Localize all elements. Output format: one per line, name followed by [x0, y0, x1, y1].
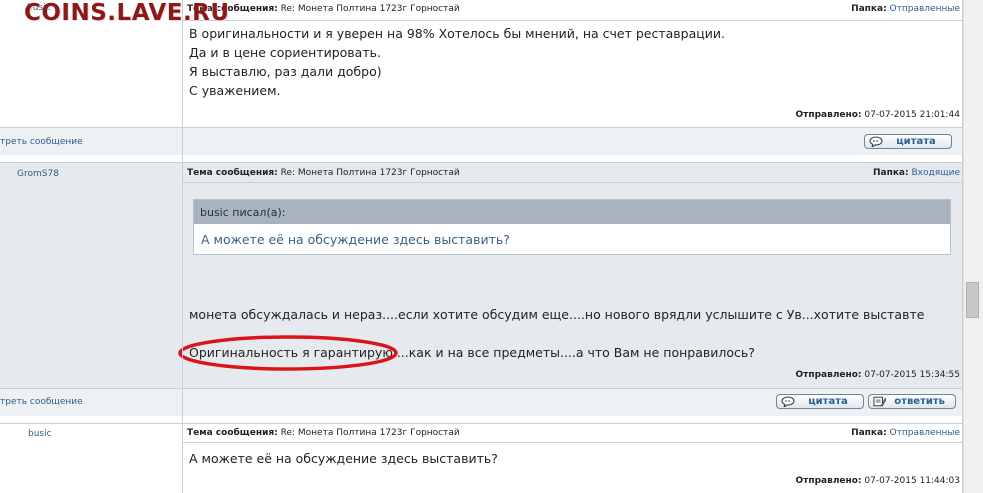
post-1-body: В оригинальности и я уверен на 98% Хотел…: [189, 26, 725, 98]
post-2-author[interactable]: GromS78: [17, 169, 59, 179]
post-2-subject: Тема сообщения: Re: Монета Полтина 1723г…: [187, 168, 460, 178]
speech-bubble-icon: [781, 396, 795, 407]
vertical-scrollbar[interactable]: [963, 0, 983, 493]
post-3-folder: Папка: Отправленные: [851, 428, 960, 438]
post-2-quote-button[interactable]: цитата: [776, 394, 864, 409]
post-2-line-1: монета обсуждалась и нераз....если хотит…: [189, 307, 925, 322]
post-2-reply-button[interactable]: ответить: [868, 394, 956, 409]
post-1-view-link[interactable]: треть сообщение: [0, 137, 83, 147]
post-1-sent: Отправлено: 07-07-2015 21:01:44: [795, 110, 960, 120]
post-3-author[interactable]: busic: [28, 429, 52, 439]
speech-bubble-icon: [869, 136, 883, 147]
annotation-ellipse: [178, 335, 398, 371]
post-2-folder: Папка: Входящие: [873, 168, 960, 178]
reply-pencil-icon: [873, 396, 887, 407]
post-2-folder-link[interactable]: Входящие: [911, 168, 960, 178]
post-3-sent: Отправлено: 07-07-2015 11:44:03: [795, 476, 960, 486]
post-1-folder: Папка: Отправленные: [851, 4, 960, 14]
post-2-sent: Отправлено: 07-07-2015 15:34:55: [795, 370, 960, 380]
quote-text: А можете её на обсуждение здесь выставит…: [201, 232, 510, 247]
scrollbar-thumb[interactable]: [966, 282, 979, 318]
post-2-view-link[interactable]: треть сообщение: [0, 397, 83, 407]
post-3-folder-link[interactable]: Отправленные: [890, 428, 960, 438]
post-1-folder-link[interactable]: Отправленные: [890, 4, 960, 14]
post-3-subject: Тема сообщения: Re: Монета Полтина 1723г…: [187, 428, 460, 438]
post-1-footer: [0, 127, 963, 155]
quote-box: busic писал(а): А можете её на обсуждени…: [193, 199, 951, 255]
post-3-body: А можете её на обсуждение здесь выставит…: [189, 451, 498, 466]
post-1-quote-button[interactable]: цитата: [864, 134, 952, 149]
quote-header: busic писал(а):: [194, 200, 950, 224]
site-watermark: COINS.LAVE.RU: [24, 0, 230, 26]
